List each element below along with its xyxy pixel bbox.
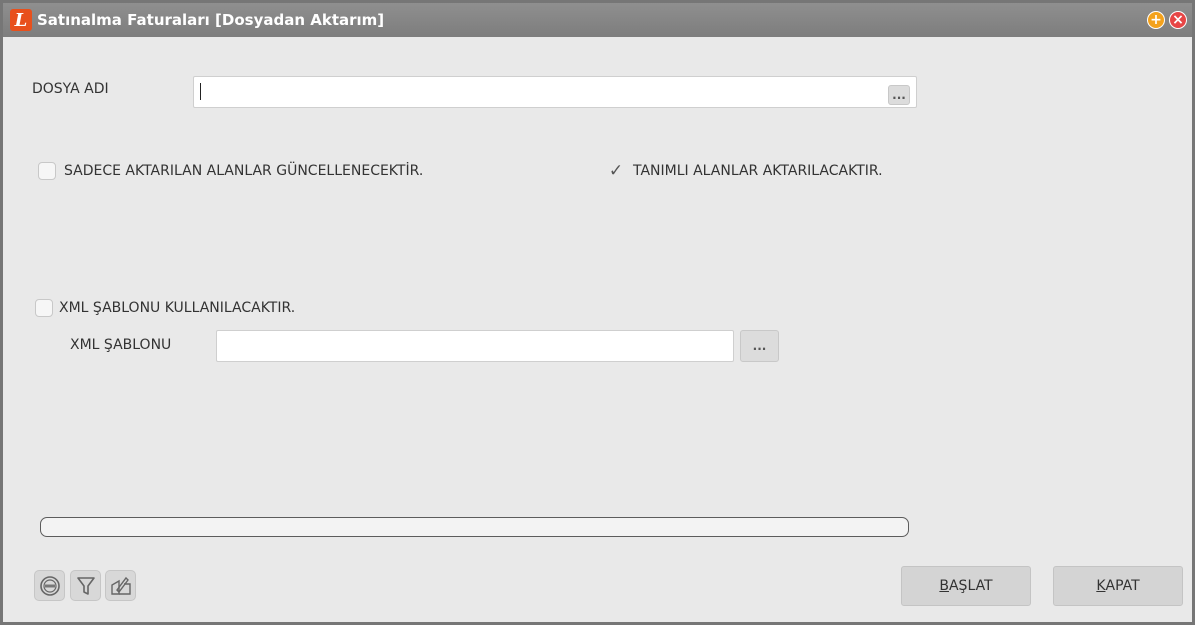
file-name-label: DOSYA ADI	[32, 81, 109, 97]
edit-icon	[110, 576, 131, 595]
app-logo-icon: L	[10, 9, 32, 31]
check-icon: ✓	[608, 161, 624, 181]
title-bar[interactable]: L Satınalma Faturaları [Dosyadan Aktarım…	[3, 3, 1192, 37]
xml-icon	[39, 575, 60, 596]
transfer-defined-label: TANIMLI ALANLAR AKTARILACAKTIR.	[633, 163, 883, 179]
xml-template-label: XML ŞABLONU	[70, 337, 172, 353]
update-only-checkbox[interactable]	[38, 162, 56, 180]
transfer-defined-option[interactable]: ✓ TANIMLI ALANLAR AKTARILACAKTIR.	[607, 161, 883, 181]
update-only-option[interactable]: SADECE AKTARILAN ALANLAR GÜNCELLENECEKTİ…	[38, 162, 423, 180]
file-name-input[interactable]: ...	[193, 76, 917, 108]
start-button-mnemonic: B	[939, 578, 949, 594]
use-xml-template-checkbox[interactable]	[35, 299, 53, 317]
import-window: L Satınalma Faturaları [Dosyadan Aktarım…	[0, 0, 1195, 625]
start-button-label: AŞLAT	[948, 578, 993, 594]
transfer-defined-checkbox[interactable]: ✓	[607, 161, 625, 181]
file-browse-button[interactable]: ...	[888, 85, 910, 105]
progress-bar	[40, 517, 909, 537]
close-button-label: APAT	[1105, 578, 1140, 594]
use-xml-template-label: XML ŞABLONU KULLANILACAKTIR.	[59, 300, 296, 316]
window-title: Satınalma Faturaları [Dosyadan Aktarım]	[37, 11, 385, 29]
maximize-icon[interactable]: +	[1147, 11, 1165, 29]
use-xml-template-option[interactable]: XML ŞABLONU KULLANILACAKTIR.	[35, 299, 295, 317]
filter-button[interactable]	[70, 570, 101, 601]
xml-template-browse-button[interactable]: ...	[740, 330, 779, 362]
xml-template-input[interactable]	[216, 330, 734, 362]
close-icon[interactable]: ×	[1169, 11, 1187, 29]
update-only-label: SADECE AKTARILAN ALANLAR GÜNCELLENECEKTİ…	[64, 163, 424, 179]
xml-button[interactable]	[34, 570, 65, 601]
filter-icon	[76, 576, 95, 595]
edit-button[interactable]	[105, 570, 136, 601]
text-caret	[200, 83, 201, 100]
close-button-mnemonic: K	[1096, 578, 1106, 594]
start-button[interactable]: B AŞLAT	[901, 566, 1031, 606]
close-button[interactable]: K APAT	[1053, 566, 1183, 606]
